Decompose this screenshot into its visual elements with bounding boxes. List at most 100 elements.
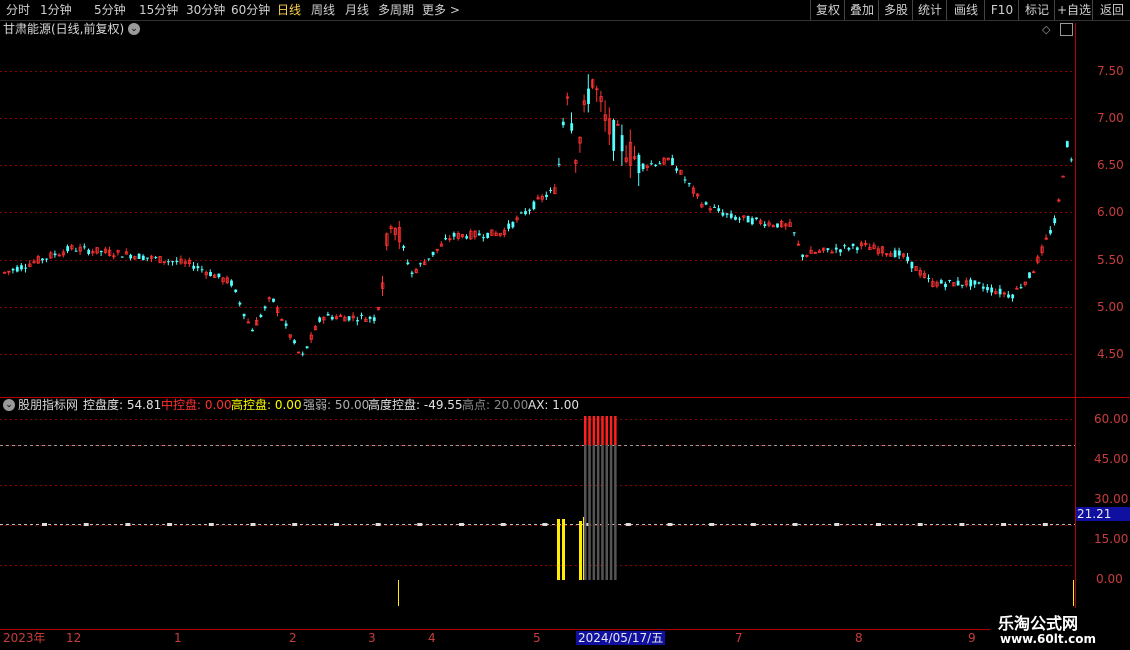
date-axis-label: 2023年 (3, 631, 46, 645)
multi-stock-button[interactable]: 多股 (878, 0, 913, 20)
period-tab-60min[interactable]: 60分钟 (231, 2, 270, 18)
candle-body (561, 121, 565, 126)
candle-body (973, 280, 977, 285)
period-tab-30min[interactable]: 30分钟 (186, 2, 225, 18)
period-tab-weekly[interactable]: 周线 (311, 2, 335, 18)
candle-body (66, 246, 70, 252)
chevron-down-icon[interactable]: ⌄ (128, 23, 140, 35)
level-marker (667, 523, 673, 526)
period-tab-multi[interactable]: 多周期 (378, 2, 414, 18)
red-bar (596, 416, 600, 445)
indicator-value-kongpandu: 控盘度: 54.81 (83, 398, 162, 412)
stock-title: 甘肃能源(日线,前复权) (3, 22, 125, 36)
indicator-value-qiangruo: 强弱: 50.00 (303, 398, 370, 412)
indicator-axis-label: 60.00 (1094, 412, 1129, 426)
candle-body (507, 223, 511, 229)
candle-body (53, 253, 57, 256)
candle-body (15, 266, 19, 272)
period-tab-5min[interactable]: 5分钟 (94, 2, 126, 18)
date-axis-label: 7 (735, 631, 743, 645)
candle-body (368, 316, 372, 319)
level-marker (500, 523, 506, 526)
date-axis-label: 1 (174, 631, 182, 645)
panel-toggle-icon[interactable] (1060, 23, 1073, 36)
candle-body (977, 282, 981, 284)
draw-line-button[interactable]: 画线 (946, 0, 985, 20)
red-bar (584, 416, 587, 445)
date-axis-label: 9 (968, 631, 976, 645)
level-marker (333, 523, 339, 526)
candle-body (729, 213, 733, 218)
period-tab-daily[interactable]: 日线 (277, 2, 301, 18)
candle-body (960, 284, 964, 286)
candle-body (755, 217, 758, 220)
overlay-button[interactable]: 叠加 (844, 0, 879, 20)
candle-body (969, 279, 973, 287)
level-marker (625, 523, 631, 526)
candle-body (557, 163, 561, 165)
candle-body (1061, 175, 1065, 178)
period-tab-more[interactable]: 更多 > (422, 2, 460, 18)
candle-body (545, 194, 548, 197)
candle-body (360, 314, 364, 316)
indicator-axis-label: 45.00 (1094, 452, 1129, 466)
level-marker (167, 523, 173, 526)
candle-body (897, 250, 901, 256)
candle-body (717, 208, 721, 212)
candle-body (839, 249, 842, 253)
candle-body (906, 256, 910, 262)
period-tab-15min[interactable]: 15分钟 (139, 2, 178, 18)
candle-body (990, 287, 994, 293)
candle-body (826, 248, 830, 251)
candle-body (893, 250, 897, 257)
period-tab-monthly[interactable]: 月线 (345, 2, 369, 18)
candle-body (1011, 294, 1015, 299)
watermark: 乐淘公式网 www.60lt.com (990, 608, 1130, 650)
level-marker (876, 523, 881, 526)
red-bar (605, 416, 608, 445)
candle-body (192, 265, 196, 269)
mark-button[interactable]: 标记 (1018, 0, 1055, 20)
level-marker (917, 523, 923, 526)
candle-body (524, 211, 527, 215)
candle-body (83, 246, 86, 248)
add-watchlist-button[interactable]: +自选 (1054, 0, 1093, 20)
grey-bar (596, 445, 600, 580)
indicator-current-value: 21.21 (1076, 507, 1130, 521)
candle-body (847, 247, 851, 250)
candle-body (11, 268, 15, 271)
level-marker (459, 523, 464, 526)
level-marker (42, 523, 47, 526)
candle-body (301, 353, 305, 355)
level-marker (750, 523, 756, 526)
grey-bar (592, 445, 596, 580)
level-marker (1001, 523, 1007, 526)
statistics-button[interactable]: 统计 (912, 0, 947, 20)
period-tab-fenshi[interactable]: 分时 (6, 2, 30, 18)
candle-body (998, 288, 1002, 295)
red-bar (614, 416, 617, 445)
grey-bar (584, 445, 587, 580)
candle-body (725, 213, 729, 215)
candle-body (238, 302, 242, 305)
candle-body (641, 163, 645, 170)
candle-body (721, 212, 725, 216)
indicator-menu-icon[interactable]: ⌄ (3, 399, 15, 411)
candle-body (167, 261, 170, 263)
grey-bar (601, 445, 604, 580)
indicator-axis-label: 30.00 (1094, 492, 1129, 506)
level-marker (542, 523, 548, 526)
period-tab-1min[interactable]: 1分钟 (40, 2, 72, 18)
candle-body (137, 253, 141, 259)
candle-body (326, 313, 330, 316)
candle-body (834, 247, 838, 250)
candle-body (45, 258, 49, 260)
back-button[interactable]: 返回 (1092, 0, 1130, 20)
diamond-icon[interactable]: ◇ (1042, 23, 1050, 36)
date-axis-label: 4 (428, 631, 436, 645)
f10-button[interactable]: F10 (984, 0, 1019, 20)
candlestick-series (3, 74, 1073, 357)
candle-body (305, 346, 309, 349)
restore-rights-button[interactable]: 复权 (810, 0, 845, 20)
level-marker (125, 523, 131, 526)
